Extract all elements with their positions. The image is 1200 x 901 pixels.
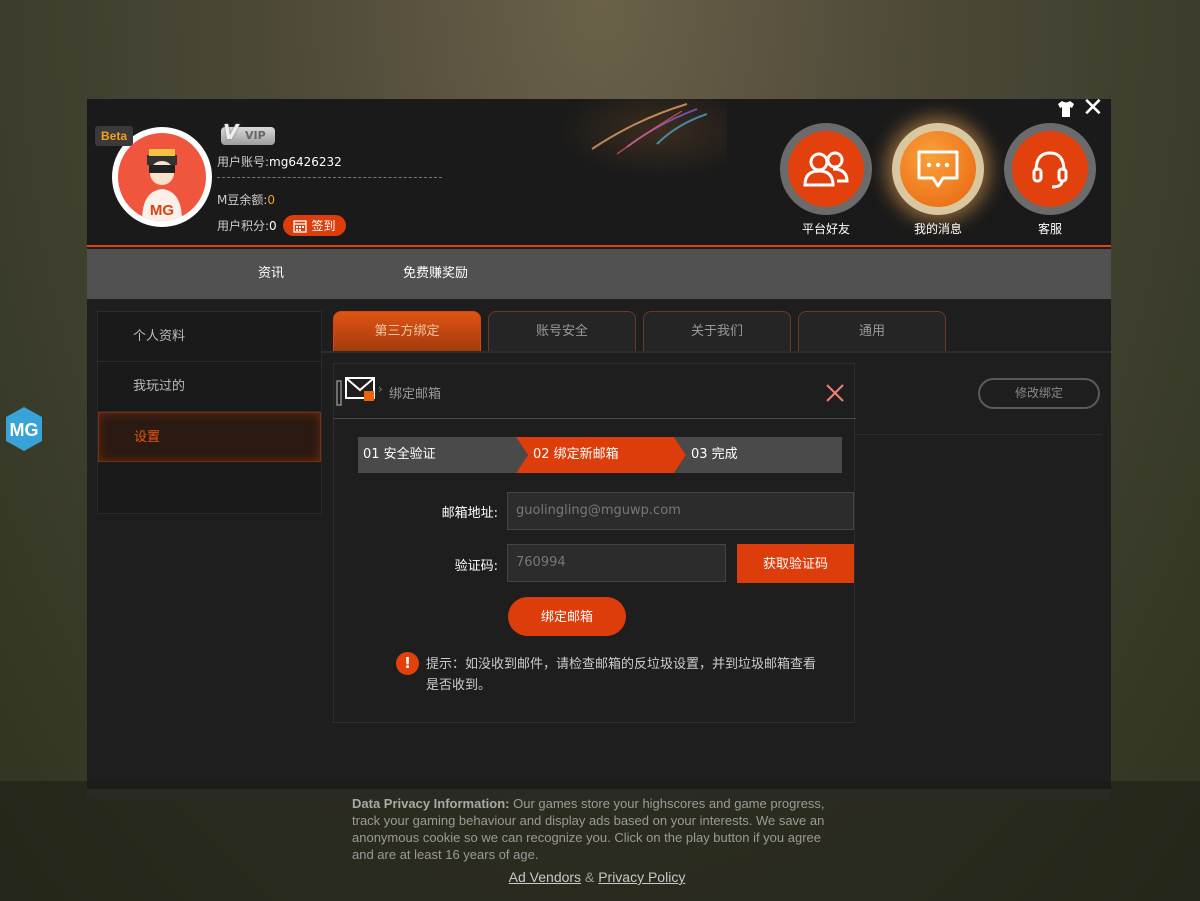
message-icon xyxy=(917,150,959,188)
dialog-close-icon[interactable] xyxy=(824,382,846,404)
nav-item-news[interactable]: 资讯 xyxy=(258,249,284,299)
vip-badge: V VIP xyxy=(221,122,275,145)
bind-email-dialog: › 绑定邮箱 01 安全验证 02 绑定新邮箱 03 完成 邮箱地址: guol… xyxy=(333,363,856,723)
dialog-title: 绑定邮箱 xyxy=(389,387,442,402)
profile-header: MG Beta V VIP 用户账号:mg6426232 M豆余额:0 用户积分… xyxy=(87,95,1111,247)
privacy-heading: Data Privacy Information: xyxy=(352,796,510,811)
points-line: 用户积分:0 xyxy=(217,219,277,233)
bind-email-button[interactable]: 绑定邮箱 xyxy=(508,597,626,636)
email-label: 邮箱地址: xyxy=(441,506,498,521)
vip-v-icon: V xyxy=(223,120,239,144)
tab-about-us[interactable]: 关于我们 xyxy=(643,311,791,351)
beta-badge: Beta xyxy=(95,126,133,146)
window-close-icon[interactable]: ✕ xyxy=(1082,95,1104,121)
privacy-policy-link[interactable]: Privacy Policy xyxy=(598,869,685,885)
decorative-sparks xyxy=(557,99,727,179)
platform-friends-button[interactable]: 平台好友 xyxy=(780,123,872,237)
privacy-notice: Data Privacy Information: Our games stor… xyxy=(352,795,832,863)
ad-vendors-link[interactable]: Ad Vendors xyxy=(509,869,581,885)
sidebar: 个人资料 我玩过的 设置 xyxy=(97,311,322,514)
account-line: 用户账号:mg6426232 xyxy=(217,155,342,169)
nav-item-free-rewards[interactable]: 免费赚奖励 xyxy=(403,249,468,299)
calendar-icon xyxy=(293,219,308,233)
tab-general[interactable]: 通用 xyxy=(798,311,946,351)
top-nav: 资讯 免费赚奖励 xyxy=(87,249,1111,299)
verification-code-field[interactable]: 760994 xyxy=(507,544,726,582)
sidebar-item-profile[interactable]: 个人资料 xyxy=(98,312,321,362)
code-label: 验证码: xyxy=(454,559,498,574)
skin-shirt-icon[interactable] xyxy=(1056,99,1076,119)
signin-button[interactable]: 签到 xyxy=(283,215,346,236)
balance-line: M豆余额:0 xyxy=(217,193,276,207)
svg-text:MG: MG xyxy=(10,420,39,440)
tab-underline xyxy=(322,351,1111,353)
avatar-character-icon: MG xyxy=(142,149,182,221)
headset-icon xyxy=(1032,151,1068,189)
points-value: 0 xyxy=(269,219,277,233)
balance-value: 0 xyxy=(267,193,276,207)
sidebar-item-settings[interactable]: 设置 xyxy=(98,412,321,462)
dialog-header: › 绑定邮箱 xyxy=(334,364,856,419)
privacy-links: Ad Vendors & Privacy Policy xyxy=(508,869,686,885)
warning-icon: ! xyxy=(396,652,419,675)
divider xyxy=(217,177,442,178)
mg-side-logo[interactable]: MG xyxy=(4,406,44,452)
svg-text:MG: MG xyxy=(150,202,174,219)
mail-icon xyxy=(336,377,375,406)
friends-icon xyxy=(803,151,849,187)
account-value: mg6426232 xyxy=(269,155,342,169)
tab-third-party-binding[interactable]: 第三方绑定 xyxy=(333,311,481,351)
step-complete: 03 完成 xyxy=(691,447,738,462)
breadcrumb-arrow-icon: › xyxy=(378,382,383,396)
modify-binding-button[interactable]: 修改绑定 xyxy=(978,378,1100,409)
tab-account-security[interactable]: 账号安全 xyxy=(488,311,636,351)
step-security-verification: 01 安全验证 xyxy=(363,447,436,462)
email-field[interactable]: guolingling@mguwp.com xyxy=(507,492,854,530)
step-bind-new-email: 02 绑定新邮箱 xyxy=(533,447,619,462)
get-code-button[interactable]: 获取验证码 xyxy=(737,544,854,583)
my-messages-button[interactable]: 我的消息 xyxy=(892,123,984,237)
step-progress: 01 安全验证 02 绑定新邮箱 03 完成 xyxy=(358,437,842,473)
sidebar-item-played[interactable]: 我玩过的 xyxy=(98,362,321,412)
customer-service-button[interactable]: 客服 xyxy=(1004,123,1096,237)
tip-text: 提示：如没收到邮件，请检查邮箱的反垃圾设置，并到垃圾邮箱查看是否收到。 xyxy=(426,657,817,693)
